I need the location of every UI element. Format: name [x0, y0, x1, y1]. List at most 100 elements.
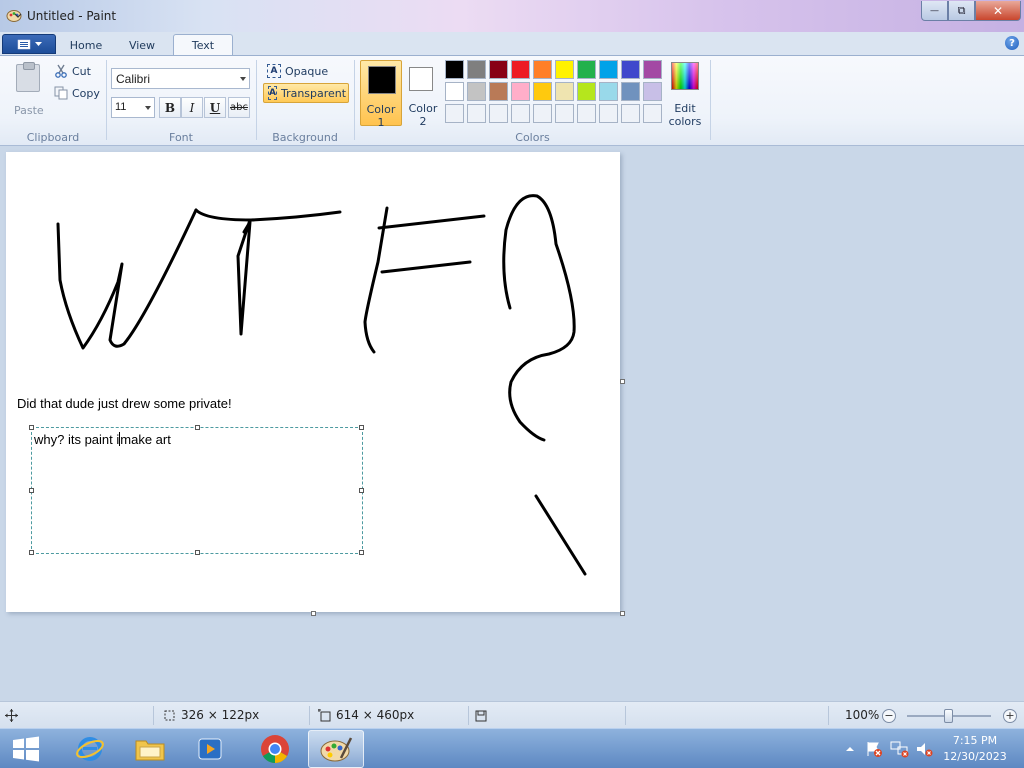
strikethrough-button[interactable]: abc [228, 97, 250, 118]
show-hidden-icons-chevron-icon[interactable] [845, 740, 855, 758]
font-group-label: Font [169, 131, 193, 144]
custom-color-slot[interactable] [599, 104, 618, 123]
font-size-select[interactable]: 11 [111, 97, 155, 118]
font-family-select[interactable]: Calibri [111, 68, 250, 89]
help-icon[interactable]: ? [1005, 36, 1019, 50]
maximize-button[interactable]: ⧉ [948, 1, 975, 21]
textbox-handle-se[interactable] [359, 550, 364, 555]
folder-icon [135, 740, 165, 761]
palette-swatch[interactable] [577, 60, 596, 79]
status-bar: 326 × 122px 614 × 460px 100% − + [0, 701, 1024, 728]
action-center-flag-icon[interactable] [866, 740, 882, 758]
chevron-down-icon [145, 106, 151, 110]
canvas-resize-handle-bottom[interactable] [311, 611, 316, 616]
textbox-handle-e[interactable] [359, 488, 364, 493]
textbox-handle-nw[interactable] [29, 425, 34, 430]
volume-muted-icon[interactable] [915, 740, 933, 758]
custom-color-slot[interactable] [533, 104, 552, 123]
palette-swatch[interactable] [621, 60, 640, 79]
taskbar-chrome[interactable] [247, 730, 303, 768]
chrome-icon [261, 735, 289, 763]
textbox-handle-s[interactable] [195, 550, 200, 555]
taskbar-clock[interactable]: 7:15 PM 12/30/2023 [935, 733, 1015, 765]
quick-access-dropdown-icon[interactable] [14, 10, 22, 20]
minimize-button[interactable]: — [921, 1, 948, 21]
custom-color-slot[interactable] [577, 104, 596, 123]
palette-swatch[interactable] [577, 82, 596, 101]
opaque-button[interactable]: A Opaque [263, 61, 337, 81]
palette-swatch[interactable] [555, 60, 574, 79]
palette-swatch[interactable] [643, 82, 662, 101]
custom-color-slot[interactable] [467, 104, 486, 123]
canvas-resize-handle-corner[interactable] [620, 611, 625, 616]
color2-button[interactable]: Color 2 [404, 60, 442, 128]
paint-palette-icon [320, 737, 353, 762]
active-text-box[interactable]: why? its paint imake art [29, 425, 364, 555]
selection-size-segment: 326 × 122px [163, 708, 259, 722]
background-group-label: Background [272, 131, 338, 144]
taskbar-media-player[interactable] [182, 730, 238, 768]
palette-swatch[interactable] [621, 82, 640, 101]
textbox-handle-sw[interactable] [29, 550, 34, 555]
colors-group-label: Colors [515, 131, 550, 144]
stroke-w-top [194, 208, 342, 222]
palette-swatch[interactable] [533, 60, 552, 79]
transparent-label: Transparent [280, 86, 347, 100]
taskbar-file-explorer[interactable] [122, 730, 178, 768]
palette-swatch[interactable] [511, 60, 530, 79]
custom-color-slot[interactable] [445, 104, 464, 123]
menu-icon [17, 39, 30, 49]
palette-swatch[interactable] [489, 82, 508, 101]
drawing-canvas[interactable]: Did that dude just drew some private! wh… [6, 152, 620, 612]
text-box-content[interactable]: why? its paint imake art [34, 432, 171, 447]
palette-swatch[interactable] [445, 82, 464, 101]
custom-color-slot[interactable] [489, 104, 508, 123]
edit-colors-button[interactable]: Edit colors [667, 60, 703, 128]
palette-swatch[interactable] [511, 82, 530, 101]
palette-swatch[interactable] [533, 82, 552, 101]
palette-swatch[interactable] [555, 82, 574, 101]
palette-swatch[interactable] [445, 60, 464, 79]
transparent-button[interactable]: A Transparent [263, 83, 349, 103]
tab-home[interactable]: Home [58, 34, 114, 56]
custom-color-slot[interactable] [511, 104, 530, 123]
stroke-question-curve [502, 194, 576, 442]
zoom-slider-thumb[interactable] [944, 709, 953, 723]
custom-color-slot[interactable] [555, 104, 574, 123]
palette-swatch[interactable] [489, 60, 508, 79]
scissors-icon [55, 64, 67, 78]
file-menu-button[interactable] [2, 34, 56, 54]
taskbar-paint[interactable] [308, 730, 364, 768]
underline-button[interactable]: U [204, 97, 226, 118]
palette-swatch[interactable] [467, 82, 486, 101]
start-windows-icon[interactable] [10, 735, 42, 763]
internet-explorer-icon [76, 737, 104, 761]
tab-view[interactable]: View [114, 34, 170, 56]
clock-date: 12/30/2023 [943, 750, 1007, 763]
copy-icon [54, 86, 68, 100]
palette-swatch[interactable] [599, 60, 618, 79]
zoom-in-button[interactable]: + [1003, 709, 1017, 723]
paste-button[interactable]: Paste [12, 62, 44, 117]
stroke-question-dot [534, 494, 587, 576]
custom-color-slot[interactable] [621, 104, 640, 123]
textbox-handle-w[interactable] [29, 488, 34, 493]
bold-button[interactable]: B [159, 97, 181, 118]
edit-colors-label: Edit [674, 102, 696, 115]
custom-color-slot[interactable] [643, 104, 662, 123]
color1-button[interactable]: Color 1 [360, 60, 402, 129]
copy-button[interactable]: Copy [54, 84, 100, 102]
textbox-handle-ne[interactable] [359, 425, 364, 430]
zoom-out-button[interactable]: − [882, 709, 896, 723]
palette-swatch[interactable] [643, 60, 662, 79]
palette-swatch[interactable] [599, 82, 618, 101]
close-button[interactable]: ✕ [975, 1, 1021, 21]
italic-button[interactable]: I [181, 97, 203, 118]
taskbar-internet-explorer[interactable] [62, 730, 118, 768]
tab-text[interactable]: Text [173, 34, 233, 56]
cut-button[interactable]: Cut [54, 62, 91, 80]
textbox-handle-n[interactable] [195, 425, 200, 430]
palette-swatch[interactable] [467, 60, 486, 79]
canvas-resize-handle-right[interactable] [620, 379, 625, 384]
network-icon[interactable] [890, 740, 910, 758]
